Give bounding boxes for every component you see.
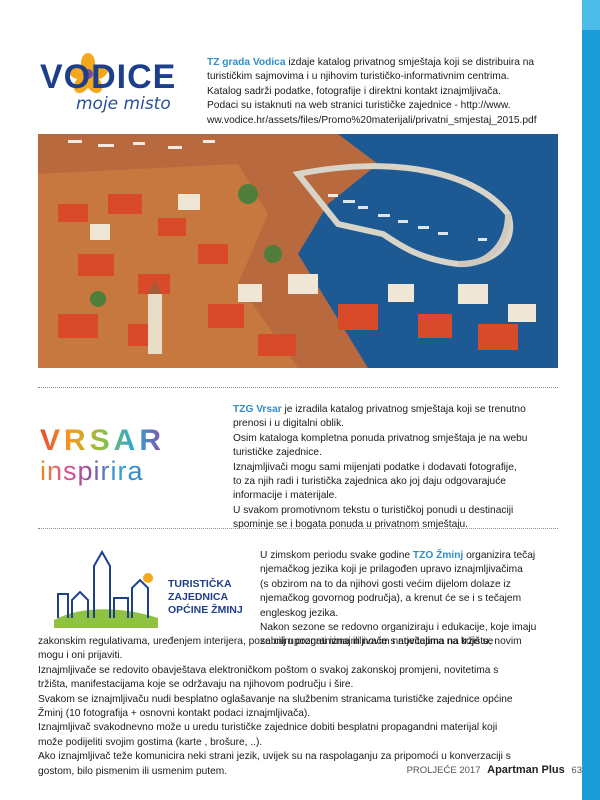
zminj-logo-line-2: ZAJEDNICA	[168, 591, 229, 603]
zminj-logo-line-3: OPĆINE ŽMINJ	[168, 604, 243, 616]
footer-page-number: 63	[571, 765, 582, 776]
zminj-org-name: TZO Žminj	[412, 550, 464, 561]
vodice-logo: VODICE moje misto	[40, 53, 200, 118]
zminj-text-full: zakonskim regulativama, uređenjem interi…	[38, 636, 513, 777]
footer-magazine-name: Apartman Plus	[487, 764, 565, 776]
vodice-org-name: TZ grada Vodica	[207, 57, 286, 68]
section-divider	[38, 528, 558, 529]
page-edge-bar	[582, 0, 600, 800]
footer-season: PROLJEĆE 2017	[406, 765, 481, 776]
vrsar-logo: VRSAR inspirira	[40, 424, 190, 494]
vodice-harbor-photo	[38, 134, 558, 368]
vodice-logo-word: VODICE	[40, 58, 177, 96]
vrsar-text: TZG Vrsar je izradila katalog privatnog …	[233, 404, 528, 531]
vodice-logo-tagline: moje misto	[76, 94, 171, 114]
zminj-logo-line-1: TURISTIČKA	[168, 578, 232, 590]
vrsar-logo-word: VRSAR	[40, 424, 166, 457]
zminj-logo: TURISTIČKA ZAJEDNICA OPĆINE ŽMINJ	[50, 548, 260, 638]
vodice-catalog-link[interactable]: ww.vodice.hr/assets/files/Promo%20materi…	[207, 114, 557, 128]
page-footer: PROLJEĆE 2017 Apartman Plus 63	[0, 764, 582, 776]
vodice-text: TZ grada Vodica izdaje katalog privatnog…	[207, 56, 557, 128]
vrsar-org-name: TZG Vrsar	[233, 404, 282, 415]
section-divider	[38, 387, 558, 388]
magazine-page: VODICE moje misto TZ grada Vodica izdaje…	[0, 0, 600, 800]
town-skyline-icon	[54, 549, 158, 628]
vrsar-logo-tagline: inspirira	[40, 456, 144, 486]
